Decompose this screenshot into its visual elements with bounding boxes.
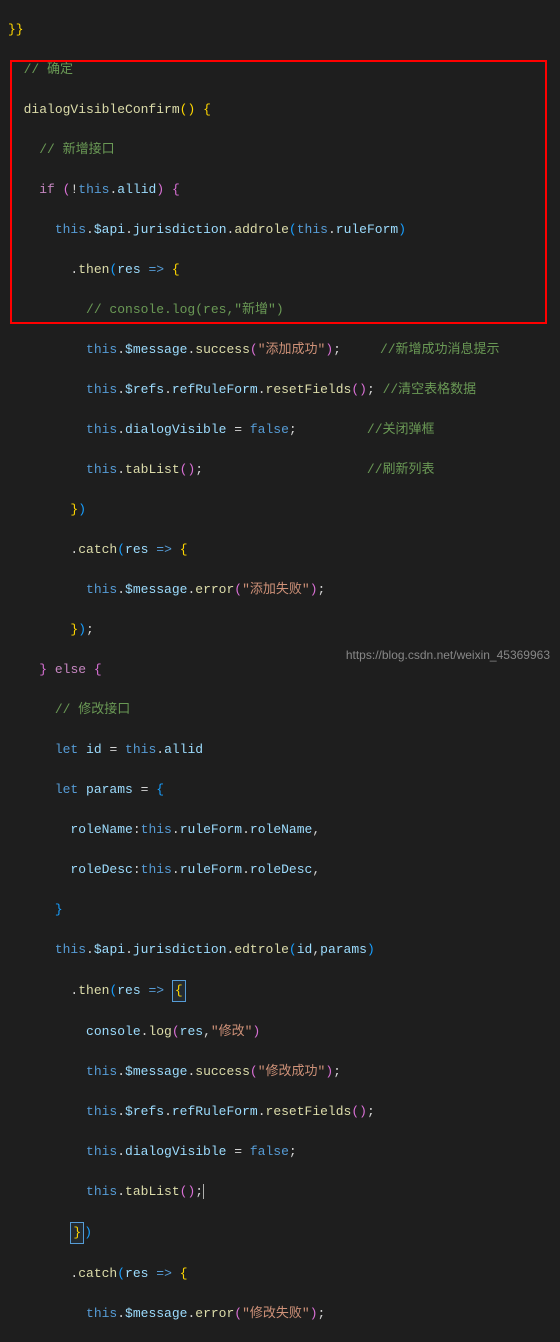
- code-line: this.$api.jurisdiction.addrole(this.rule…: [8, 220, 560, 240]
- code-line: console.log(res,"修改"): [8, 1022, 560, 1042]
- code-line: .catch(res => {: [8, 540, 560, 560]
- code-line: });: [8, 620, 560, 640]
- code-line: // console.log(res,"新增"): [8, 300, 560, 320]
- code-line: this.tabList(); //刷新列表: [8, 460, 560, 480]
- code-line: // 新增接口: [8, 140, 560, 160]
- code-line: .then(res => {: [8, 980, 560, 1002]
- code-line: }): [8, 1222, 560, 1244]
- code-line: this.$refs.refRuleForm.resetFields();: [8, 1102, 560, 1122]
- code-line: .catch(res => {: [8, 1264, 560, 1284]
- code-line: this.$message.success("修改成功");: [8, 1062, 560, 1082]
- code-line: // 修改接口: [8, 700, 560, 720]
- code-line: dialogVisibleConfirm() {: [8, 100, 560, 120]
- code-line: this.dialogVisible = false;: [8, 1142, 560, 1162]
- code-line: this.dialogVisible = false; //关闭弹框: [8, 420, 560, 440]
- code-line: this.$message.error("修改失败");: [8, 1304, 560, 1324]
- code-line: this.$api.jurisdiction.edtrole(id,params…: [8, 940, 560, 960]
- code-line: this.$refs.refRuleForm.resetFields(); //…: [8, 380, 560, 400]
- code-line: .then(res => {: [8, 260, 560, 280]
- code-line: this.tabList();: [8, 1182, 560, 1202]
- code-line: roleDesc:this.ruleForm.roleDesc,: [8, 860, 560, 880]
- code-line: }: [8, 900, 560, 920]
- code-line: this.$message.success("添加成功"); //新增成功消息提…: [8, 340, 560, 360]
- code-line: if (!this.allid) {: [8, 180, 560, 200]
- code-line: this.$message.error("添加失败");: [8, 580, 560, 600]
- code-line: roleName:this.ruleForm.roleName,: [8, 820, 560, 840]
- code-line: let id = this.allid: [8, 740, 560, 760]
- watermark-text: https://blog.csdn.net/weixin_45369963: [346, 645, 550, 665]
- code-line: let params = {: [8, 780, 560, 800]
- code-line: // 确定: [8, 60, 560, 80]
- code-editor[interactable]: }} // 确定 dialogVisibleConfirm() { // 新增接…: [0, 0, 560, 1342]
- code-line: }}: [8, 20, 560, 40]
- code-line: }): [8, 500, 560, 520]
